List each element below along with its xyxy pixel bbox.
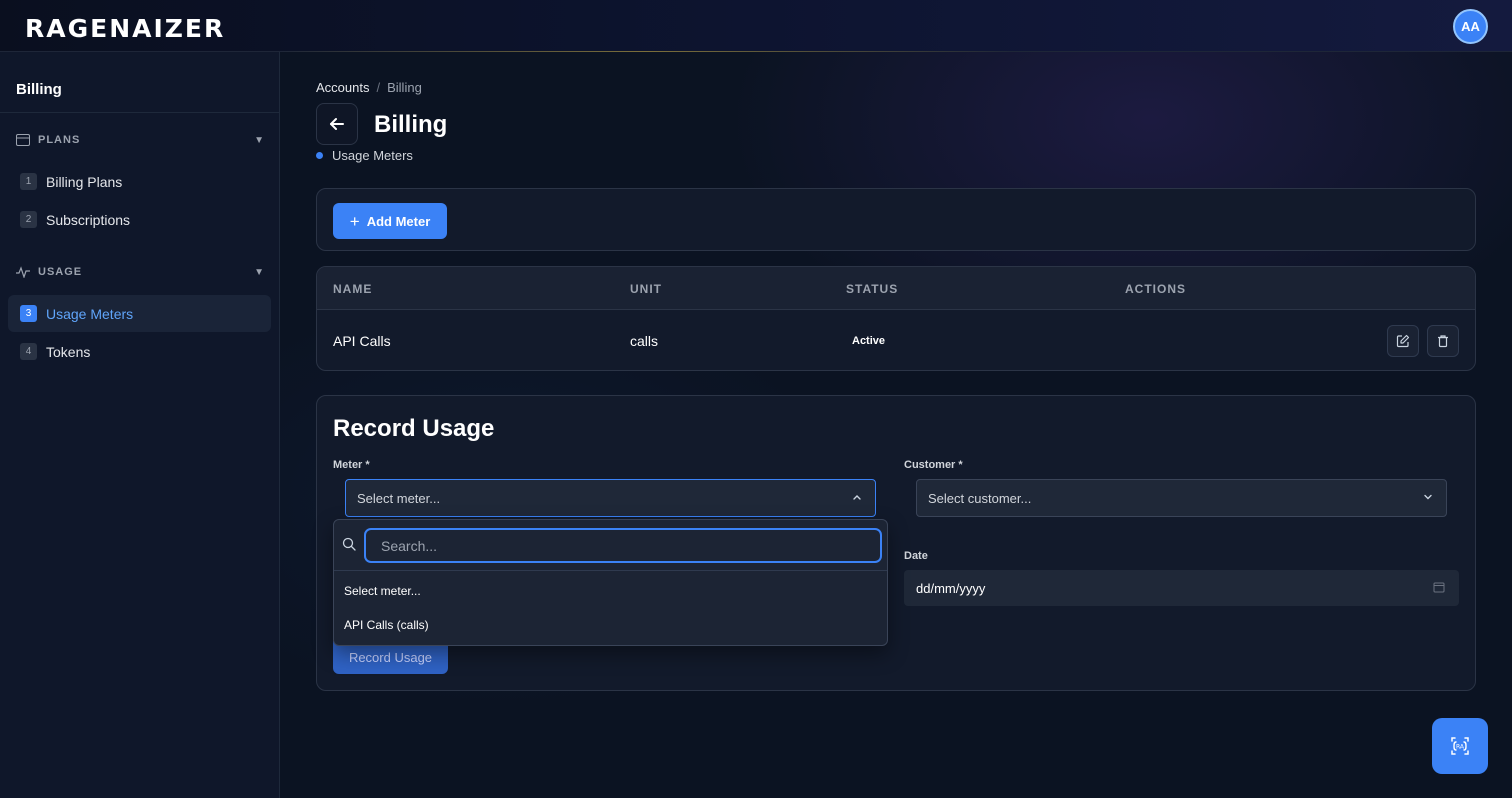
table-header: NAME UNIT STATUS ACTIONS [317, 267, 1475, 310]
breadcrumb-accounts[interactable]: Accounts [316, 80, 369, 95]
top-bar: RAGENAIZER AA [0, 0, 1512, 52]
page-subtitle-label: Usage Meters [332, 148, 413, 163]
nav-number-badge: 3 [20, 305, 37, 322]
chevron-down-icon [1424, 494, 1432, 500]
add-meter-label: Add Meter [366, 213, 431, 229]
meter-field-label: Meter * [333, 459, 370, 471]
main-content: Accounts / Billing Billing Usage Meters … [280, 52, 1512, 798]
meter-dropdown: Select meter... API Calls (calls) [333, 519, 888, 646]
sidebar-divider [0, 112, 279, 113]
sidebar-item-subscriptions[interactable]: 2 Subscriptions [8, 201, 271, 238]
nav-number-badge: 4 [20, 343, 37, 360]
column-header-actions: ACTIONS [1125, 282, 1186, 296]
meter-option-placeholder[interactable]: Select meter... [344, 584, 421, 598]
plus-icon: + [349, 211, 360, 231]
customer-select[interactable]: Select customer... [916, 479, 1447, 517]
sidebar-item-billing-plans[interactable]: 1 Billing Plans [8, 163, 271, 200]
record-usage-title: Record Usage [333, 415, 495, 442]
assistant-fab-button[interactable]: RA [1432, 718, 1488, 774]
svg-text:RA: RA [1456, 744, 1465, 751]
sidebar-item-usage-meters[interactable]: 3 Usage Meters [8, 295, 271, 332]
edit-icon [1396, 334, 1410, 348]
nav-number-badge: 1 [20, 173, 37, 190]
caret-down-icon: ▼ [254, 134, 264, 146]
back-button[interactable] [316, 103, 358, 145]
meter-unit-cell: calls [630, 333, 659, 349]
page-subtitle: Usage Meters [316, 148, 413, 163]
top-bar-accent-line [280, 51, 1012, 52]
add-meter-button[interactable]: + Add Meter [333, 203, 447, 239]
caret-down-icon: ▼ [254, 266, 264, 278]
meter-option-api-calls[interactable]: API Calls (calls) [344, 618, 429, 632]
breadcrumb-separator: / [376, 80, 381, 95]
dropdown-divider [334, 570, 887, 571]
page-title: Billing [374, 111, 448, 138]
edit-button[interactable] [1387, 325, 1419, 357]
sidebar-section-plans[interactable]: PLANS ▼ [16, 130, 264, 150]
customer-field-label: Customer * [904, 459, 963, 471]
column-header-unit: UNIT [630, 282, 662, 296]
app-logo[interactable]: RAGENAIZER [25, 14, 225, 43]
status-dot [316, 152, 323, 159]
date-field-label: Date [904, 550, 928, 562]
sidebar-item-label: Usage Meters [46, 305, 134, 322]
sidebar-section-label: USAGE [38, 266, 83, 278]
sidebar-section-label: PLANS [38, 134, 81, 146]
meter-select-value: Select meter... [357, 490, 441, 506]
activity-icon [16, 265, 30, 279]
meter-select[interactable]: Select meter... [345, 479, 876, 517]
sidebar-section-usage[interactable]: USAGE ▼ [16, 262, 264, 282]
meter-search-input[interactable] [364, 528, 882, 563]
status-badge: Active [852, 335, 886, 347]
toolbar-card: + Add Meter [316, 188, 1476, 251]
sidebar: Billing PLANS ▼ 1 Billing Plans 2 Subscr… [0, 52, 280, 798]
column-header-name: NAME [333, 282, 373, 296]
date-input[interactable]: dd/mm/yyyy [904, 570, 1459, 606]
breadcrumb-current: Billing [387, 80, 422, 95]
nav-number-badge: 2 [20, 211, 37, 228]
sidebar-item-tokens[interactable]: 4 Tokens [8, 333, 271, 370]
arrow-left-icon [330, 118, 344, 130]
sidebar-item-label: Billing Plans [46, 173, 123, 190]
sidebar-item-label: Subscriptions [46, 211, 131, 228]
trash-icon [1438, 335, 1448, 348]
customer-select-value: Select customer... [928, 490, 1032, 506]
breadcrumb: Accounts / Billing [316, 80, 422, 95]
user-avatar[interactable]: AA [1453, 9, 1488, 44]
sidebar-title: Billing [16, 81, 62, 98]
search-icon [342, 537, 356, 551]
chevron-up-icon [853, 495, 861, 500]
date-input-value: dd/mm/yyyy [916, 580, 986, 596]
credit-card-icon [16, 133, 30, 147]
assistant-icon: RA [1451, 737, 1469, 755]
column-header-status: STATUS [846, 282, 899, 296]
calendar-icon[interactable] [1433, 581, 1445, 593]
sidebar-item-label: Tokens [46, 343, 91, 360]
meter-name-cell: API Calls [333, 333, 391, 349]
delete-button[interactable] [1427, 325, 1459, 357]
meters-table: NAME UNIT STATUS ACTIONS API Calls calls… [316, 266, 1476, 371]
